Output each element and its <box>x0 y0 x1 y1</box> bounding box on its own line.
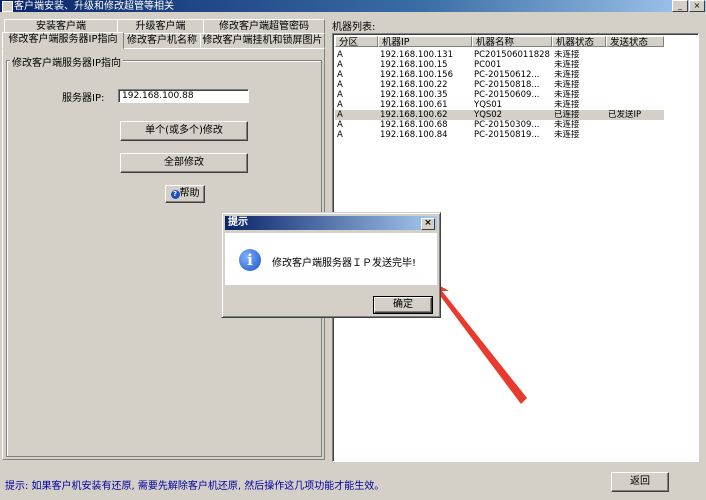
back-button[interactable]: 返回 <box>611 472 669 492</box>
cell-send-status <box>606 80 664 90</box>
cell-name: PC-20150609... <box>474 90 540 100</box>
cell-zone: A <box>337 70 343 80</box>
cell-status: 未连接 <box>554 120 580 130</box>
tab-modify-lock-images[interactable]: 修改客户端挂机和锁屏图片 <box>200 33 325 48</box>
column-header-send-status[interactable]: 发送状态 <box>606 36 664 47</box>
table-row[interactable]: A 192.168.100.15 PC001 未连接 <box>335 60 664 70</box>
table-row[interactable]: A 192.168.100.62 YQS02 已连接 已发送IP <box>335 110 664 120</box>
cell-zone: A <box>337 100 343 110</box>
cell-name: PC-20150309... <box>474 120 540 130</box>
dialog-message: 修改客户端服务器ＩＰ发送完毕! <box>272 258 417 269</box>
cell-ip: 192.168.100.156 <box>380 70 454 80</box>
cell-send-status <box>606 50 664 60</box>
cell-name: PC201506011828 <box>474 50 550 60</box>
message-dialog: 提示 × i 修改客户端服务器ＩＰ发送完毕! 确定 <box>221 212 441 318</box>
app-icon <box>2 1 13 12</box>
cell-zone: A <box>337 60 343 70</box>
machine-list-label: 机器列表: <box>332 22 376 33</box>
column-header-status[interactable]: 机器状态 <box>552 36 606 47</box>
cell-send-status <box>606 130 664 140</box>
list-header: 分区 机器IP 机器名称 机器状态 发送状态 <box>335 36 664 48</box>
cell-name: PC-20150818... <box>474 80 540 90</box>
all-modify-button[interactable]: 全部修改 <box>120 153 248 173</box>
column-header-name[interactable]: 机器名称 <box>472 36 552 47</box>
column-header-ip[interactable]: 机器IP <box>378 36 472 47</box>
cell-ip: 192.168.100.62 <box>380 110 448 120</box>
cell-send-status <box>606 100 664 110</box>
table-row[interactable]: A 192.168.100.84 PC-20150819... 未连接 <box>335 130 664 140</box>
single-modify-button[interactable]: 单个(或多个)修改 <box>120 121 248 141</box>
table-row[interactable]: A 192.168.100.131 PC201506011828 未连接 <box>335 50 664 60</box>
cell-send-status <box>606 60 664 70</box>
dialog-close-button[interactable]: × <box>421 218 435 230</box>
cell-status: 未连接 <box>554 90 580 100</box>
cell-zone: A <box>337 110 343 120</box>
column-header-zone[interactable]: 分区 <box>335 36 378 47</box>
cell-status: 已连接 <box>554 110 580 120</box>
cell-zone: A <box>337 130 343 140</box>
hint-text: 提示: 如果客户机安装有还原, 需要先解除客户机还原, 然后操作这几项功能才能生… <box>5 481 385 492</box>
tab-modify-admin-password[interactable]: 修改客户端超管密码 <box>203 19 325 34</box>
cell-ip: 192.168.100.15 <box>380 60 448 70</box>
cell-send-status <box>606 90 664 100</box>
table-row[interactable]: A 192.168.100.22 PC-20150818... 未连接 <box>335 80 664 90</box>
cell-status: 未连接 <box>554 100 580 110</box>
cell-status: 未连接 <box>554 50 580 60</box>
tab-modify-machine-name[interactable]: 修改客户机名称 <box>123 33 201 48</box>
help-icon: ? <box>170 190 180 199</box>
dialog-ok-button[interactable]: 确定 <box>373 296 433 314</box>
server-ip-label: 服务器IP: <box>62 93 105 104</box>
table-row[interactable]: A 192.168.100.61 YQS01 未连接 <box>335 100 664 110</box>
cell-zone: A <box>337 50 343 60</box>
table-row[interactable]: A 192.168.100.35 PC-20150609... 未连接 <box>335 90 664 100</box>
cell-zone: A <box>337 80 343 90</box>
info-icon: i <box>239 249 261 271</box>
cell-send-status <box>606 70 664 80</box>
cell-zone: A <box>337 90 343 100</box>
cell-zone: A <box>337 120 343 130</box>
cell-status: 未连接 <box>554 70 580 80</box>
cell-name: YQS02 <box>474 110 503 120</box>
server-ip-input[interactable]: 192.168.100.88 <box>118 89 249 103</box>
table-row[interactable]: A 192.168.100.68 PC-20150309... 未连接 <box>335 120 664 130</box>
tab-upgrade-client[interactable]: 升级客户端 <box>117 19 204 34</box>
help-button[interactable]: ? 帮助 <box>165 185 205 203</box>
close-window-button[interactable]: × <box>689 0 705 12</box>
dialog-title-bar: 提示 × <box>225 216 437 230</box>
help-label: 帮助 <box>179 188 200 199</box>
cell-ip: 192.168.100.131 <box>380 50 454 60</box>
cell-name: PC001 <box>474 60 502 70</box>
minimize-button[interactable]: _ <box>672 0 688 12</box>
dialog-title: 提示 <box>228 217 248 228</box>
cell-name: PC-20150612... <box>474 70 540 80</box>
title-bar: 客户端安装、升级和修改超管等相关 _ × <box>0 0 706 12</box>
cell-ip: 192.168.100.61 <box>380 100 448 110</box>
cell-status: 未连接 <box>554 60 580 70</box>
cell-ip: 192.168.100.84 <box>380 130 448 140</box>
cell-ip: 192.168.100.22 <box>380 80 448 90</box>
cell-send-status: 已发送IP <box>608 110 642 120</box>
cell-ip: 192.168.100.35 <box>380 90 448 100</box>
cell-ip: 192.168.100.68 <box>380 120 448 130</box>
cell-status: 未连接 <box>554 130 580 140</box>
cell-status: 未连接 <box>554 80 580 90</box>
table-row[interactable]: A 192.168.100.156 PC-20150612... 未连接 <box>335 70 664 80</box>
cell-send-status <box>606 120 664 130</box>
cell-name: YQS01 <box>474 100 503 110</box>
cell-name: PC-20150819... <box>474 130 540 140</box>
window-title: 客户端安装、升级和修改超管等相关 <box>14 1 174 12</box>
group-title: 修改客户端服务器IP指向 <box>10 54 123 69</box>
tab-modify-server-ip[interactable]: 修改客户端服务器IP指向 <box>2 32 124 49</box>
